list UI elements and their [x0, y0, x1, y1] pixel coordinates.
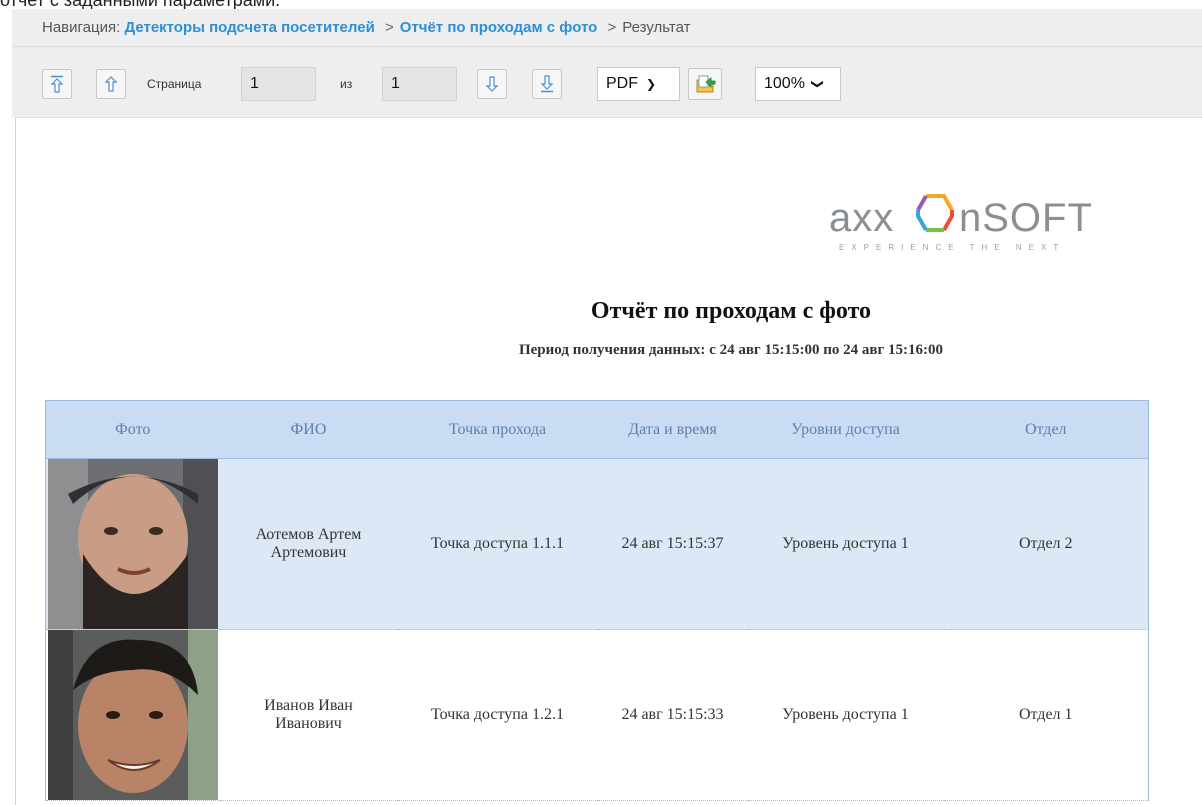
datetime-cell: 24 авг 15:15:37: [597, 458, 748, 630]
person-photo: [48, 630, 218, 800]
photo-cell: [45, 629, 220, 801]
page-label: Страница: [147, 77, 202, 91]
svg-text:axx: axx: [829, 196, 894, 240]
access-level-cell: Уровень доступа 1: [747, 629, 944, 801]
report-title: Отчёт по проходам с фото: [590, 298, 872, 324]
page-number-input[interactable]: 1: [241, 67, 316, 101]
column-header: Фото: [45, 400, 220, 459]
previous-page-icon: [104, 76, 118, 92]
export-icon: [696, 75, 716, 93]
page-caption: отчет с заданными параметрами.: [0, 0, 281, 10]
table-row: Иванов Иван Иванович Точка доступа 1.2.1…: [45, 629, 1149, 801]
svg-text:nSOFT: nSOFT: [959, 196, 1093, 240]
table-row: Аотемов Артем Артемович Точка доступа 1.…: [45, 458, 1149, 630]
export-button[interactable]: [688, 68, 722, 100]
name-cell: Иванов Иван Иванович: [219, 629, 398, 801]
next-page-icon: [485, 76, 499, 92]
access-point-cell: Точка доступа 1.2.1: [397, 629, 598, 801]
breadcrumb-current: Результат: [622, 19, 691, 36]
zoom-value: 100%: [764, 75, 805, 92]
logo-mark: axx nSOFT: [829, 194, 1093, 240]
export-format-value: PDF: [606, 75, 638, 92]
name-line: Артемович: [270, 544, 347, 561]
department-cell: Отдел 2: [943, 458, 1149, 630]
name-line: Аотемов Артем: [255, 526, 362, 543]
name-cell: Аотемов Артем Артемович: [219, 458, 398, 630]
person-photo: [48, 459, 218, 629]
total-pages-field: 1: [382, 67, 457, 101]
report-viewer: axx nSOFT EXPERIENCE THE NEXT Отчёт по п…: [15, 117, 1202, 805]
column-header: ФИО: [219, 400, 398, 459]
report-period: Период получения данных: с 24 авг 15:15:…: [518, 342, 944, 358]
column-header: Уровни доступа: [747, 400, 944, 459]
breadcrumb-prefix: Навигация:: [42, 19, 121, 36]
table-header-row: Фото ФИО Точка прохода Дата и время Уров…: [45, 400, 1149, 459]
access-point-cell: Точка доступа 1.1.1: [397, 458, 598, 630]
column-header: Отдел: [943, 400, 1149, 459]
logo-tagline: EXPERIENCE THE NEXT: [839, 243, 1066, 252]
breadcrumb-link-detectors[interactable]: Детекторы подсчета посетителей: [124, 19, 374, 36]
column-header: Точка прохода: [397, 400, 598, 459]
zoom-select[interactable]: 100% ❯: [755, 67, 841, 101]
last-page-icon: [540, 75, 554, 93]
report-toolbar: Страница 1 из 1 PDF ❯ 100% ❯: [12, 47, 1202, 117]
first-page-icon: [50, 75, 64, 93]
breadcrumb: Навигация: Детекторы подсчета посетителе…: [12, 9, 1202, 47]
access-level-cell: Уровень доступа 1: [747, 458, 944, 630]
company-logo: axx nSOFT EXPERIENCE THE NEXT: [827, 191, 1147, 261]
name-line: Иванович: [275, 715, 342, 732]
last-page-button[interactable]: [532, 69, 562, 99]
breadcrumb-separator: >: [607, 19, 617, 36]
next-page-button[interactable]: [477, 69, 507, 99]
chevron-down-icon: ❯: [810, 78, 825, 90]
report-table: Фото ФИО Точка прохода Дата и время Уров…: [45, 400, 1149, 801]
breadcrumb-separator: >: [384, 19, 394, 36]
first-page-button[interactable]: [42, 69, 72, 99]
photo-cell: [45, 458, 220, 630]
export-format-select[interactable]: PDF ❯: [597, 67, 680, 101]
previous-page-button[interactable]: [96, 69, 126, 99]
breadcrumb-link-report[interactable]: Отчёт по проходам с фото: [400, 19, 598, 36]
column-header: Дата и время: [597, 400, 748, 459]
department-cell: Отдел 1: [943, 629, 1149, 801]
chevron-down-icon: ❯: [646, 77, 657, 91]
name-line: Иванов Иван: [264, 697, 353, 714]
of-label: из: [340, 77, 353, 91]
datetime-cell: 24 авг 15:15:33: [597, 629, 748, 801]
